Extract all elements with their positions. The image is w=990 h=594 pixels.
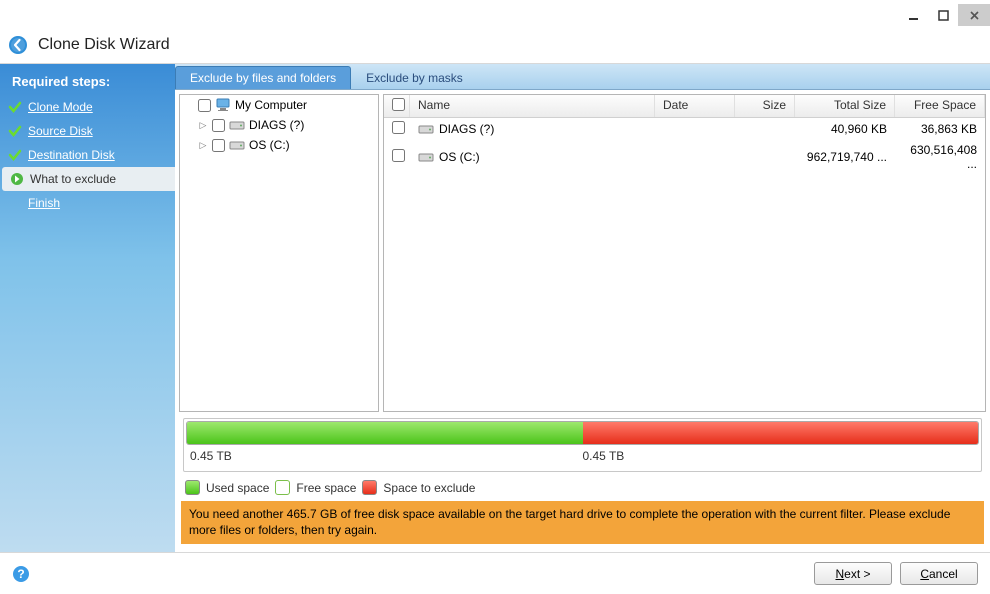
footer: ? Next > Cancel [0,552,990,594]
tree-item-label: OS (C:) [249,138,290,152]
minimize-button[interactable] [898,4,928,26]
drive-icon [229,117,245,133]
expander-icon[interactable]: ▷ [198,120,208,131]
back-arrow-icon[interactable] [8,35,28,55]
arrow-right-icon [10,172,24,186]
legend-free: Free space [296,481,356,495]
swatch-exclude-icon [362,480,377,495]
expander-icon[interactable]: ▷ [198,140,208,151]
folder-tree[interactable]: My Computer ▷ DIAGS (?) ▷ OS (C:) [179,94,379,412]
check-icon [8,124,22,138]
tree-root-label: My Computer [235,98,307,112]
list-header: Name Date Size Total Size Free Space [384,95,985,118]
exclude-tabs: Exclude by files and folders Exclude by … [175,64,990,90]
step-destination-disk[interactable]: Destination Disk [0,143,175,167]
row-checkbox[interactable] [392,149,405,162]
close-button[interactable] [958,4,990,26]
tab-exclude-files[interactable]: Exclude by files and folders [175,66,351,89]
legend: Used space Free space Space to exclude [175,476,990,501]
step-finish[interactable]: Finish [0,191,175,215]
tree-checkbox[interactable] [212,119,225,132]
drive-icon [418,121,434,137]
bar-used-segment [187,422,583,444]
swatch-free-icon [275,480,290,495]
file-list[interactable]: Name Date Size Total Size Free Space DIA… [383,94,986,412]
maximize-button[interactable] [928,4,958,26]
col-free[interactable]: Free Space [895,95,985,117]
check-icon [8,148,22,162]
wizard-title: Clone Disk Wizard [38,36,170,54]
legend-used: Used space [206,481,269,495]
check-icon [8,100,22,114]
header-checkbox[interactable] [392,98,405,111]
window-titlebar [0,0,990,30]
wizard-header: Clone Disk Wizard [0,30,990,64]
tree-root[interactable]: My Computer [180,95,378,115]
next-button[interactable]: Next > [814,562,892,585]
col-name[interactable]: Name [410,95,655,117]
tree-root-checkbox[interactable] [198,99,211,112]
drive-icon [229,137,245,153]
bar-exclude-segment [583,422,979,444]
svg-text:?: ? [17,567,24,581]
step-clone-mode[interactable]: Clone Mode [0,95,175,119]
row-checkbox[interactable] [392,121,405,134]
warning-banner: You need another 465.7 GB of free disk s… [181,501,984,544]
tree-checkbox[interactable] [212,139,225,152]
col-size[interactable]: Size [735,95,795,117]
step-source-disk[interactable]: Source Disk [0,119,175,143]
col-total[interactable]: Total Size [795,95,895,117]
drive-icon [418,149,434,165]
help-icon[interactable]: ? [12,565,30,583]
tree-item-diags[interactable]: ▷ DIAGS (?) [180,115,378,135]
tree-item-os[interactable]: ▷ OS (C:) [180,135,378,155]
step-what-to-exclude[interactable]: What to exclude [2,167,175,191]
list-row[interactable]: DIAGS (?) 40,960 KB 36,863 KB [384,118,985,140]
sidebar-heading: Required steps: [0,70,175,95]
legend-exclude: Space to exclude [383,481,475,495]
swatch-used-icon [185,480,200,495]
list-row[interactable]: OS (C:) 962,719,740 ... 630,516,408 ... [384,140,985,174]
tab-exclude-masks[interactable]: Exclude by masks [351,66,478,89]
cancel-button[interactable]: Cancel [900,562,978,585]
capacity-gauge: 0.45 TB 0.45 TB [183,418,982,472]
col-date[interactable]: Date [655,95,735,117]
capacity-exclude-label: 0.45 TB [583,449,625,463]
capacity-used-label: 0.45 TB [190,449,583,463]
computer-icon [215,97,231,113]
steps-sidebar: Required steps: Clone Mode Source Disk D… [0,64,175,552]
tree-item-label: DIAGS (?) [249,118,304,132]
